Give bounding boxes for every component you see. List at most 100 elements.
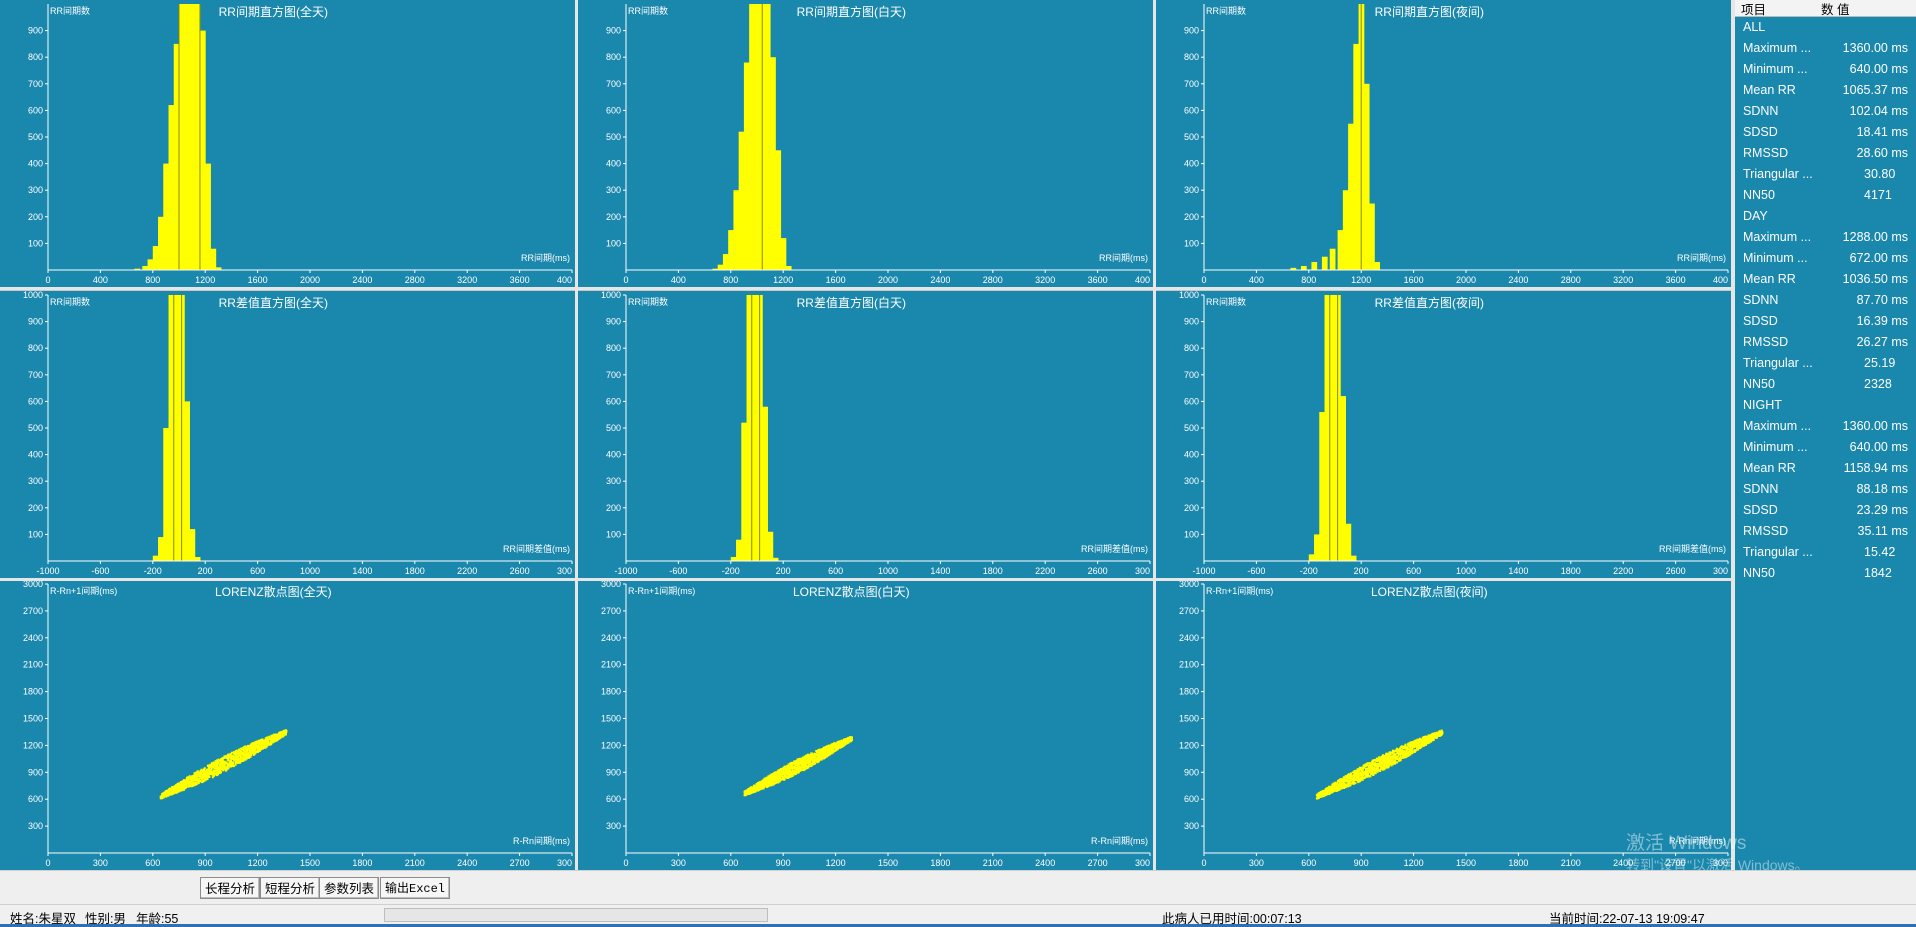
scatter-point <box>1325 787 1328 790</box>
scatter-point <box>1416 748 1419 751</box>
param-group-row[interactable]: NIGHT <box>1735 395 1916 416</box>
histogram-bar <box>1363 83 1370 270</box>
y-tick-label: 300 <box>28 476 43 486</box>
scatter-point <box>219 764 222 767</box>
chart-panel: 30060090012001500180021002400270030000 30… <box>0 579 575 870</box>
scatter-point <box>252 749 255 752</box>
scatter-point <box>768 779 771 782</box>
param-value: 1360.00 ms <box>1842 419 1908 433</box>
param-name: NIGHT <box>1743 398 1782 412</box>
histogram-bar <box>1311 262 1318 270</box>
x-tick-label: 2600 <box>1088 566 1108 576</box>
param-value: 1065.37 ms <box>1842 83 1908 97</box>
param-row[interactable]: SDSD 23.29 ms <box>1735 500 1916 521</box>
progress-bar <box>384 908 768 922</box>
param-row[interactable]: Minimum ... 640.00 ms <box>1735 437 1916 458</box>
parameter-list-button[interactable]: 参数列表 <box>319 877 380 899</box>
param-row[interactable]: SDNN 88.18 ms <box>1735 479 1916 500</box>
param-row[interactable]: Triangular ... 25.19 <box>1735 353 1916 374</box>
param-row[interactable]: Triangular ... 15.42 <box>1735 542 1916 563</box>
scatter-point <box>234 756 237 759</box>
scatter-point <box>1384 765 1387 768</box>
param-name: RMSSD <box>1743 524 1789 538</box>
scatter-point <box>195 772 198 775</box>
param-row[interactable]: RMSSD 26.27 ms <box>1735 332 1916 353</box>
scatter-point <box>1408 745 1411 748</box>
histogram-bar <box>158 537 164 561</box>
scatter-point <box>780 777 783 780</box>
param-row[interactable]: Mean RR 1065.37 ms <box>1735 80 1916 101</box>
chart-panel: 1002003004005006007008009000 400 800 1200 16… <box>0 0 575 287</box>
param-row[interactable]: Triangular ... 30.80 <box>1735 164 1916 185</box>
scatter-point <box>837 740 840 743</box>
y-tick-label: 1000 <box>1179 290 1199 300</box>
param-row[interactable]: NN50 2328 <box>1735 374 1916 395</box>
param-row[interactable]: SDNN 102.04 ms <box>1735 101 1916 122</box>
histogram-bar <box>1300 266 1307 270</box>
param-row[interactable]: SDNN 87.70 ms <box>1735 290 1916 311</box>
scatter-point <box>230 755 233 758</box>
long-analysis-button[interactable]: 长程分析 <box>200 877 261 899</box>
scatter-point <box>788 772 791 775</box>
x-tick-label: 2400 <box>457 858 477 868</box>
x-tick-label: 1200 <box>1351 275 1371 285</box>
scatter-point <box>1430 733 1433 736</box>
panel-divider <box>575 0 578 870</box>
param-row[interactable]: Maximum ... 1288.00 ms <box>1735 227 1916 248</box>
scatter-point <box>1373 759 1376 762</box>
param-group-row[interactable]: DAY <box>1735 206 1916 227</box>
param-name: NN50 <box>1743 188 1775 202</box>
param-row[interactable]: Minimum ... 672.00 ms <box>1735 248 1916 269</box>
y-tick-label: 600 <box>606 396 621 406</box>
y-tick-label: 100 <box>28 238 43 248</box>
param-row[interactable]: NN50 4171 <box>1735 185 1916 206</box>
param-row[interactable]: RMSSD 35.11 ms <box>1735 521 1916 542</box>
histogram-bar <box>743 62 750 270</box>
scatter-point <box>250 748 253 751</box>
export-excel-button[interactable]: 输出Excel <box>380 877 451 899</box>
x-tick-label: 3600 <box>510 275 530 285</box>
column-header-item[interactable]: 项目 <box>1741 0 1821 18</box>
histogram-bar <box>1350 555 1357 561</box>
scatter-point <box>270 743 273 746</box>
param-row[interactable]: Maximum ... 1360.00 ms <box>1735 38 1916 59</box>
chart-panel: 1002003004005006007008009001000-1000 -600… <box>578 290 1153 578</box>
scatter-point <box>1328 788 1331 791</box>
scatter-point <box>1327 785 1330 788</box>
x-tick-label: 1800 <box>983 566 1003 576</box>
x-tick-label: 2000 <box>878 275 898 285</box>
param-group-row[interactable]: ALL <box>1735 17 1916 38</box>
column-header-value[interactable]: 数 值 <box>1821 0 1849 18</box>
param-row[interactable]: Minimum ... 640.00 ms <box>1735 59 1916 80</box>
scatter-point <box>1335 788 1338 791</box>
y-tick-label: 800 <box>1184 52 1199 62</box>
param-row[interactable]: NN50 1842 <box>1735 563 1916 584</box>
y-axis-label: RR间期数 <box>50 296 90 307</box>
chart-panel: 30060090012001500180021002400270030000 30… <box>578 579 1153 870</box>
scatter-point <box>1401 756 1404 759</box>
x-tick-label: 200 <box>198 566 213 576</box>
param-name: NN50 <box>1743 377 1775 391</box>
scatter-point <box>848 738 851 741</box>
y-tick-label: 100 <box>606 529 621 539</box>
short-analysis-button[interactable]: 短程分析 <box>260 877 321 899</box>
param-row[interactable]: Mean RR 1036.50 ms <box>1735 269 1916 290</box>
y-tick-label: 1800 <box>23 687 43 697</box>
param-row[interactable]: SDSD 16.39 ms <box>1735 311 1916 332</box>
param-name: NN50 <box>1743 566 1775 580</box>
scatter-point <box>232 761 235 764</box>
param-row[interactable]: Mean RR 1158.94 ms <box>1735 458 1916 479</box>
param-row[interactable]: Maximum ... 1360.00 ms <box>1735 416 1916 437</box>
x-tick-label: -200 <box>722 566 740 576</box>
scatter-point <box>268 735 271 738</box>
plot-background <box>0 291 575 578</box>
param-value: 1360.00 ms <box>1842 41 1908 55</box>
param-row[interactable]: SDSD 18.41 ms <box>1735 122 1916 143</box>
y-tick-label: 800 <box>1184 343 1199 353</box>
scatter-point <box>843 741 846 744</box>
y-tick-label: 200 <box>28 503 43 513</box>
scatter-point <box>228 753 231 756</box>
scatter-point <box>272 740 275 743</box>
param-row[interactable]: RMSSD 28.60 ms <box>1735 143 1916 164</box>
param-value: 18.41 ms <box>1856 125 1908 139</box>
